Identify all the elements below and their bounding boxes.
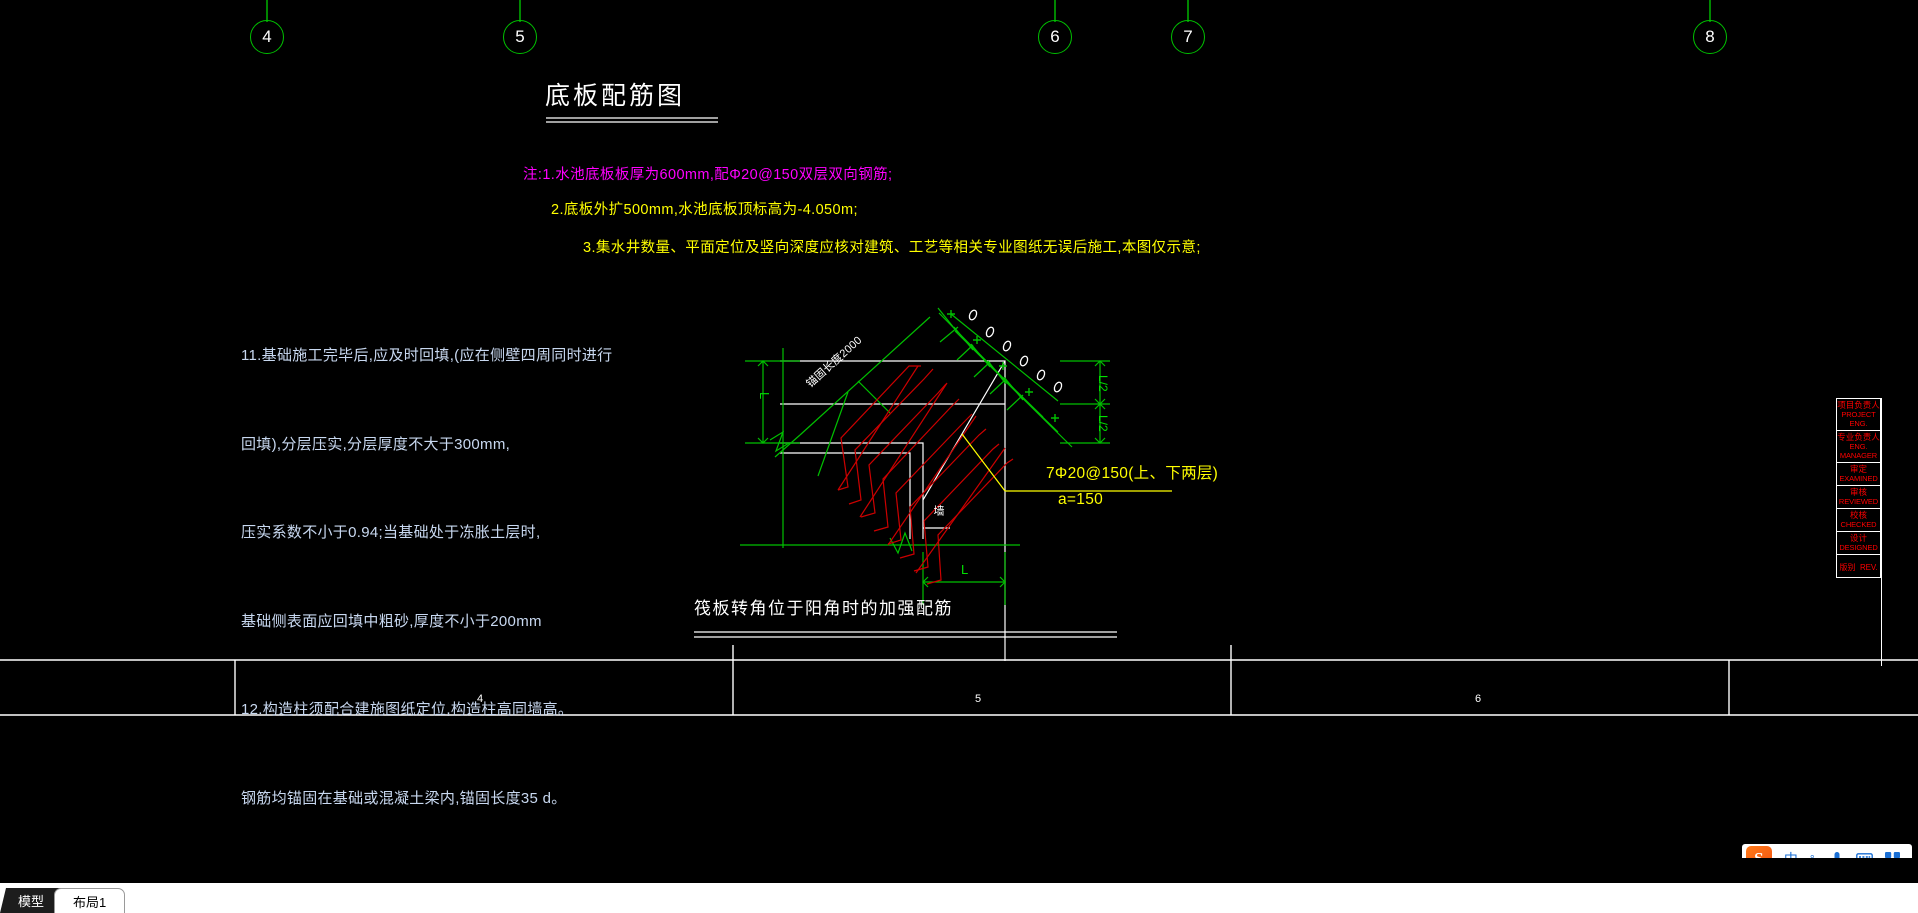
general-note-line: 钢筋均锚固在基础或混凝土梁内,锚固长度35 d。 [241,789,567,807]
title-block-row-examined[interactable]: 审定 EXAMINED [1837,463,1880,486]
grid-bubble-label: 6 [1050,27,1060,46]
grid-bubble-label: 4 [262,27,272,46]
grid-bubble-6[interactable]: 6 [1038,20,1072,54]
title-block-row-reviewed[interactable]: 审核 REVIEWED [1837,486,1880,509]
general-note-line: 11.基础施工完毕后,应及时回填,(应在侧壁四周同时进行 [241,347,613,364]
status-bar [0,883,1918,913]
drawing-note-1: 注:1.水池底板板厚为600mm,配Φ20@150双层双向钢筋; [523,167,893,183]
cad-application-window: 4 5 6 7 8 底板配筋图 注:1.水池底板板厚为600mm,配Φ20@15… [0,0,1918,913]
grid-bubble-8[interactable]: 8 [1693,20,1727,54]
title-block-cn: 校核 [1849,510,1867,520]
red-reinforcement-bars [837,365,1014,585]
sheet-number-5: 5 [974,693,982,705]
tab-label: 模型 [18,894,45,909]
title-block-cn: 设计 [1849,533,1867,543]
tab-model[interactable]: 模型 [0,888,63,913]
grid-bubble-5[interactable]: 5 [503,20,537,54]
title-block-en: EXAMINED [1839,474,1878,483]
caption-underline [694,631,1117,638]
general-note-line: 压实系数不小于0.94;当基础处于冻胀土层时, [241,524,541,541]
title-block-en: PROJECT ENG. [1841,410,1876,428]
title-block-en: REV. [1859,563,1878,572]
general-note-line: 基础侧表面应回填中粗砂,厚度不小于200mm [241,612,542,630]
title-block-cn: 项目负责人 [1837,400,1880,410]
title-block-column-divider [1881,398,1882,666]
drawing-note-2: 2.底板外扩500mm,水池底板顶标高为-4.050m; [551,202,858,218]
title-block-en: CHECKED [1840,520,1877,529]
dimension-label-L-left: L [757,392,772,400]
title-block-row-designed[interactable]: 设计 DESIGNED [1837,532,1880,555]
title-block-row-eng-manager[interactable]: 专业负责人 ENG. MANAGER [1837,431,1880,463]
drawing-canvas[interactable]: 4 5 6 7 8 底板配筋图 注:1.水池底板板厚为600mm,配Φ20@15… [0,0,1918,913]
title-block-cn: 版别 [1839,563,1856,572]
title-block-cn: 审核 [1849,487,1867,497]
rebar-hook-marks [968,309,1063,393]
title-block-cn: 专业负责人 [1837,432,1880,442]
drawing-note-3: 3.集水井数量、平面定位及竖向深度应核对建筑、工艺等相关专业图纸无误后施工,本图… [583,240,1201,256]
tab-label: 布局1 [73,894,107,910]
title-block-row-rev[interactable]: 版别 REV. [1837,555,1880,577]
general-note-line: 回填),分层压实,分层厚度不大于300mm, [241,435,511,453]
sheet-number-4: 4 [476,693,484,705]
title-underline [546,117,718,123]
dimension-label-L2-lower: L/2 [1096,415,1110,432]
dimension-label-L2-upper: L/2 [1096,375,1110,392]
tab-layout1[interactable]: 布局1 [54,888,126,913]
rebar-spacing-label: a=150 [1058,491,1104,508]
dimension-label-L-bottom: L [961,562,969,577]
bottom-dark-strip [0,858,1918,883]
grid-stems [266,0,1711,22]
title-block-en: ENG. MANAGER [1839,442,1878,460]
title-block-en: DESIGNED [1839,543,1878,552]
title-block-row-checked[interactable]: 校核 CHECKED [1837,509,1880,532]
sheet-number-6: 6 [1474,693,1482,705]
title-block-cn: 审定 [1849,464,1867,474]
layout-tab-bar[interactable]: 模型 布局1 [0,883,126,913]
grid-bubble-label: 7 [1183,27,1193,46]
grid-bubble-4[interactable]: 4 [250,20,284,54]
title-block-row-project-eng[interactable]: 项目负责人 PROJECT ENG. [1837,399,1880,431]
wall-label: 墙 [932,505,944,517]
title-block-en: REVIEWED [1838,497,1879,506]
grid-bubble-label: 5 [515,27,525,46]
rebar-callout-label: 7Φ20@150(上、下两层) [1046,465,1219,482]
grid-bubble-label: 8 [1705,27,1715,46]
grid-bubble-7[interactable]: 7 [1171,20,1205,54]
drawing-title: 底板配筋图 [545,82,686,110]
general-notes-block: 11.基础施工完毕后,应及时回填,(应在侧壁四周同时进行 回填),分层压实,分层… [241,282,612,913]
figure-caption: 筏板转角位于阳角时的加强配筋 [694,599,953,618]
title-block[interactable]: 项目负责人 PROJECT ENG. 专业负责人 ENG. MANAGER 审定… [1836,398,1881,578]
general-note-line: 12.构造柱须配合建施图纸定位,构造柱高同墙高。 [241,701,574,718]
